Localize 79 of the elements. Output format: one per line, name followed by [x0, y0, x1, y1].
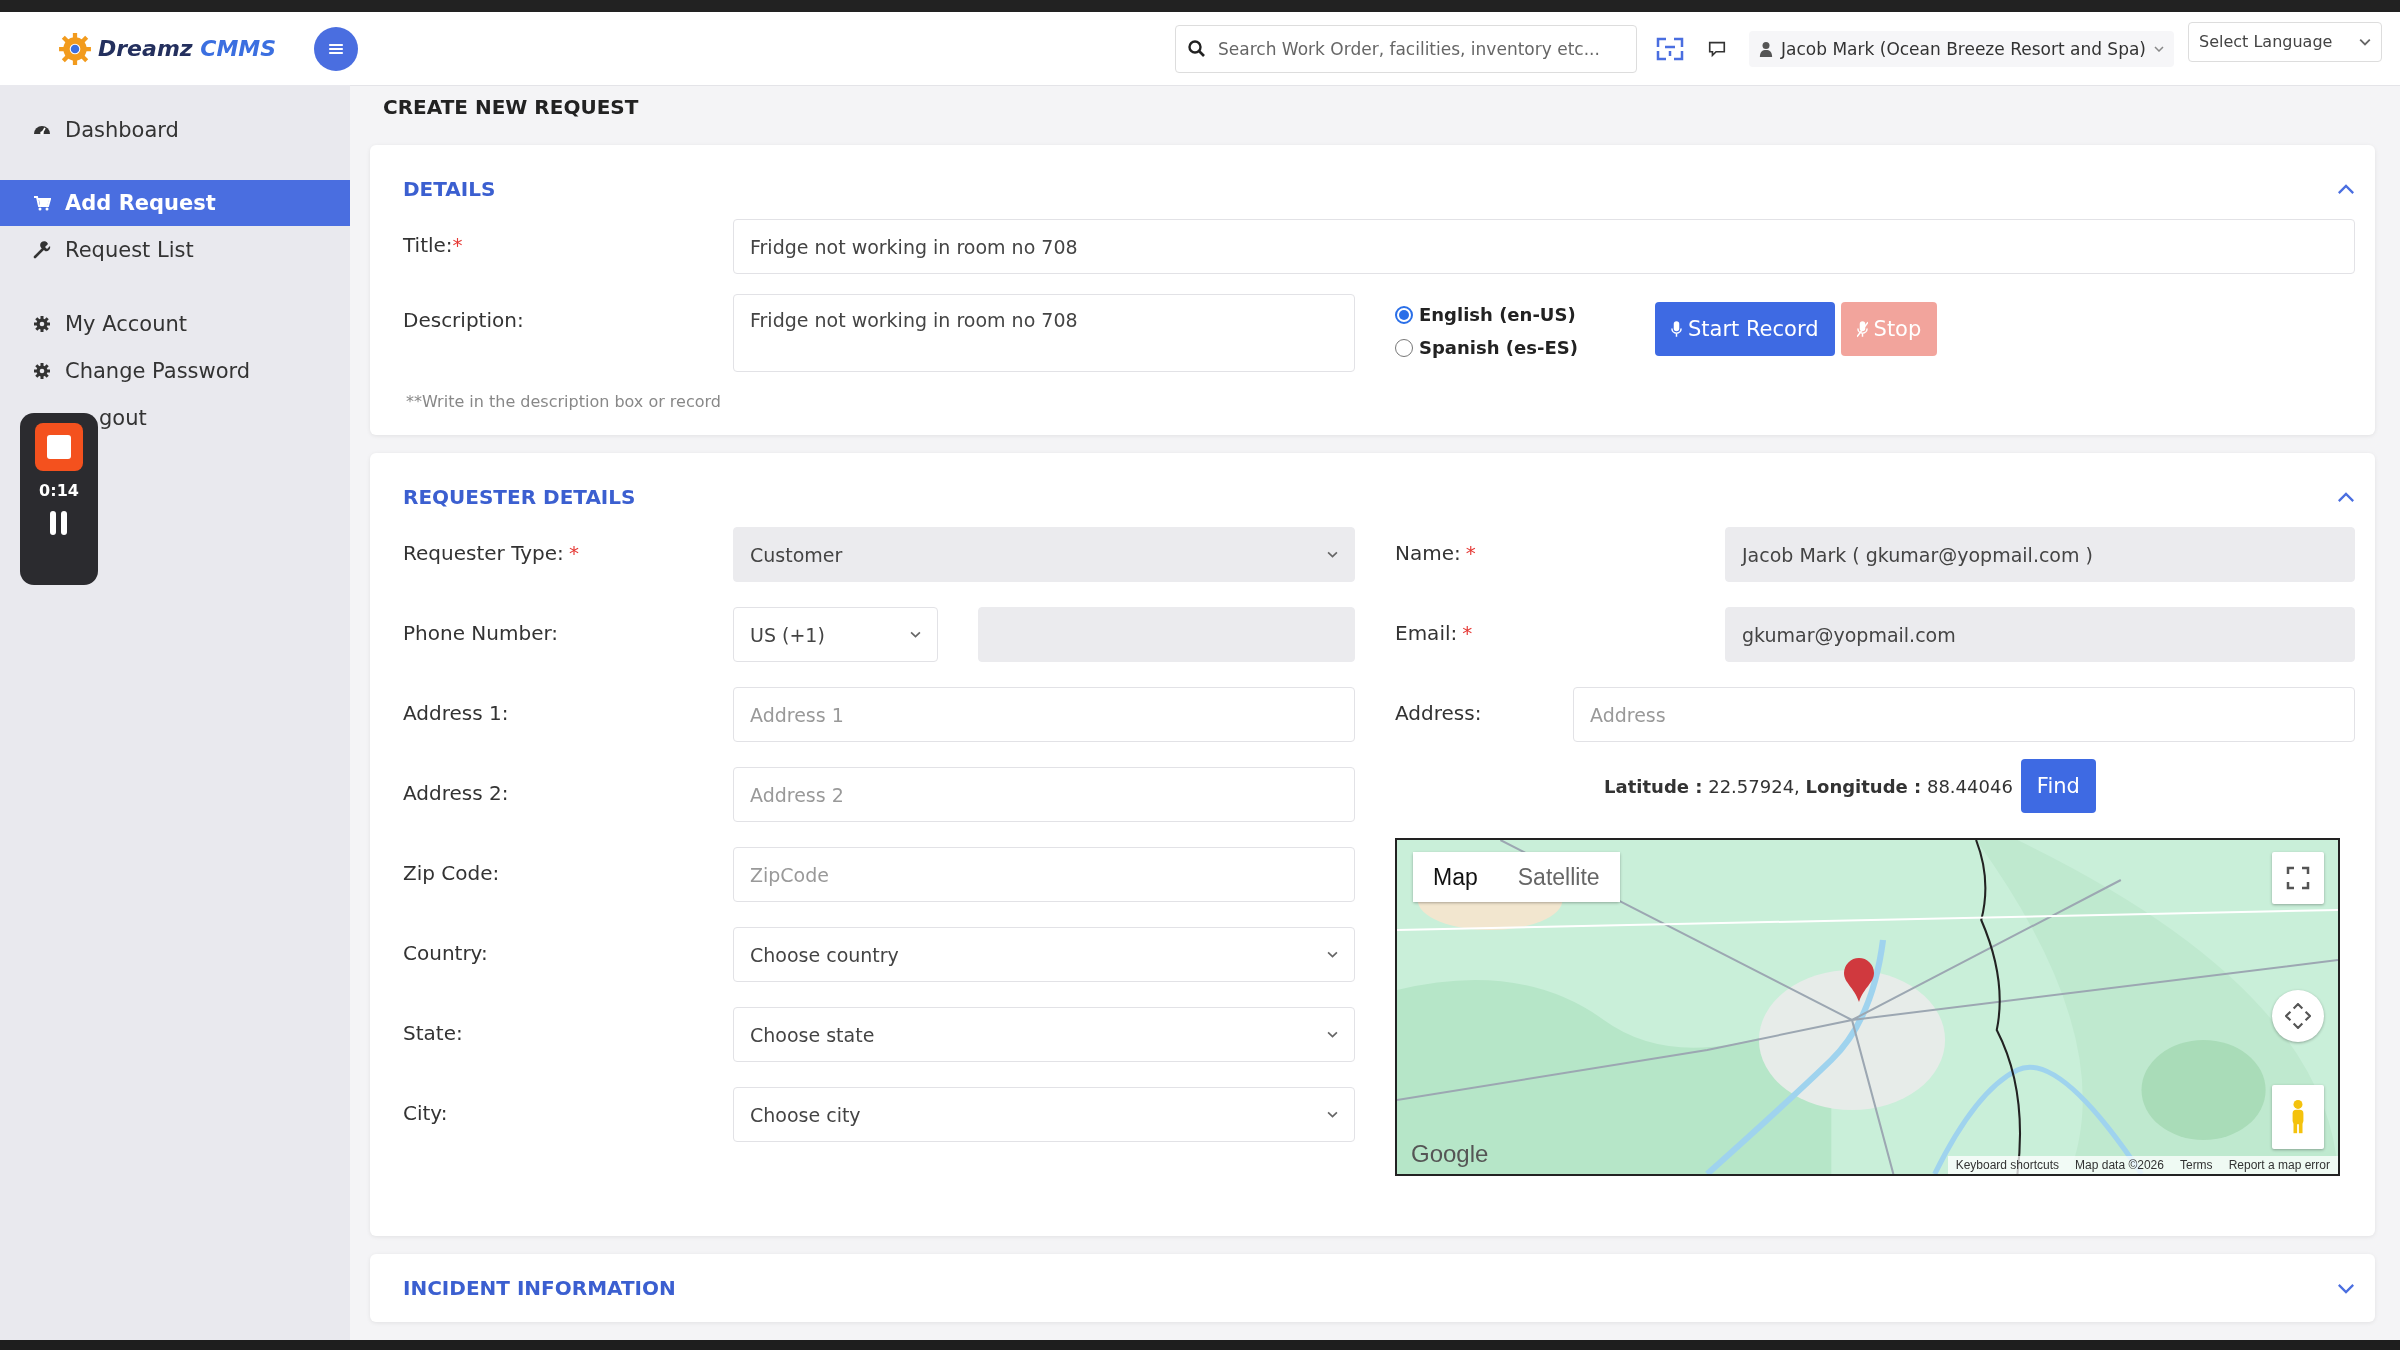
expand-chevron-icon[interactable]	[2337, 1282, 2355, 1294]
language-select[interactable]: Select Language	[2188, 21, 2382, 62]
start-record-button[interactable]: Start Record	[1655, 302, 1835, 356]
field-label: City:	[403, 1101, 448, 1125]
sidebar-item[interactable]: Dashboard	[0, 107, 350, 153]
gear-icon	[33, 362, 51, 380]
field-label: Country:	[403, 941, 488, 965]
section-heading: REQUESTER DETAILS	[403, 485, 636, 509]
fullscreen-icon	[2286, 866, 2310, 890]
section-heading: INCIDENT INFORMATION	[403, 1276, 676, 1300]
language-radio[interactable]: English (en-US)	[1395, 304, 1655, 325]
sidebar-item[interactable]: My Account	[0, 301, 350, 347]
title-field[interactable]: Fridge not working in room no 708	[733, 219, 2355, 274]
cart-icon	[33, 194, 51, 212]
collapse-chevron-icon[interactable]	[2337, 491, 2355, 503]
dropdown-caret-icon	[2154, 45, 2164, 52]
search-field[interactable]: Search Work Order, facilities, inventory etc...	[1175, 24, 1638, 73]
collapse-chevron-icon[interactable]	[2337, 183, 2355, 195]
map-type-tab[interactable]: Map	[1413, 852, 1498, 902]
map-footer-link[interactable]: Terms	[2171, 1156, 2221, 1174]
required-mark: *	[1462, 621, 1473, 645]
section-heading: DETAILS	[403, 177, 496, 201]
muted-microphone-icon	[1856, 319, 1868, 339]
sidebar-item[interactable]: gout	[0, 395, 350, 441]
field-label: Description:	[403, 308, 525, 332]
map-attribution: Google	[1411, 1140, 1489, 1168]
select-field[interactable]: Choose country	[733, 927, 1355, 982]
required-mark: *	[568, 541, 579, 565]
pause-button[interactable]	[48, 510, 70, 536]
gear-icon	[33, 315, 51, 333]
user-icon	[1759, 40, 1774, 57]
user-menu[interactable]: Jacob Mark (Ocean Breeze Resort and Spa)	[1749, 30, 2174, 67]
microphone-icon	[1671, 319, 1682, 339]
dropdown-caret-icon	[1327, 951, 1338, 958]
required-mark: *	[1465, 541, 1476, 565]
map-footer-link[interactable]: Keyboard shortcuts	[1947, 1156, 2068, 1174]
input-field[interactable]: gkumar@yopmail.com	[1725, 607, 2355, 662]
pause-icon	[48, 510, 70, 536]
field-label: Requester Type:	[403, 541, 564, 565]
coordinates-text: Latitude : 22.57924, Longitude : 88.44046	[1604, 775, 2013, 797]
page-title: CREATE NEW REQUEST	[383, 95, 640, 119]
field-label: Name:	[1395, 541, 1461, 565]
sidebar-item[interactable]: Add Request	[0, 180, 350, 226]
field-label: Address 1:	[403, 701, 509, 725]
select-field[interactable]: Choose city	[733, 1087, 1355, 1142]
field-label: Address:	[1395, 701, 1482, 725]
field-label: Title:	[403, 233, 453, 257]
gear-logo-icon	[58, 31, 92, 66]
field-label: Zip Code:	[403, 861, 500, 885]
map-footer-link[interactable]: Map data ©2026	[2067, 1156, 2172, 1174]
map-type-tab[interactable]: Satellite	[1497, 852, 1620, 902]
find-button[interactable]: Find	[2020, 759, 2096, 813]
country-code-select[interactable]: US (+1)	[733, 607, 938, 662]
dropdown-caret-icon	[2359, 37, 2371, 46]
dropdown-caret-icon	[1327, 1111, 1338, 1118]
select-field[interactable]: Customer	[733, 527, 1355, 582]
dropdown-caret-icon	[910, 631, 921, 638]
language-radio[interactable]: Spanish (es-ES)	[1395, 337, 1655, 358]
sidebar-item[interactable]: Request List	[0, 227, 350, 273]
dropdown-caret-icon	[1327, 551, 1338, 558]
wrench-icon	[33, 241, 51, 259]
field-label: Phone Number:	[403, 621, 559, 645]
dropdown-caret-icon	[1327, 1031, 1338, 1038]
sidebar-item[interactable]: Change Password	[0, 348, 350, 394]
field-label: State:	[403, 1021, 463, 1045]
recording-timer: 0:14	[39, 481, 79, 500]
description-field[interactable]: Fridge not working in room no 708	[733, 294, 1355, 372]
select-field[interactable]: Choose state	[733, 1007, 1355, 1062]
move-arrows-icon	[2285, 1003, 2311, 1029]
required-mark: *	[452, 233, 463, 257]
input-field[interactable]: Jacob Mark ( gkumar@yopmail.com )	[1725, 527, 2355, 582]
logo-text: Dreamz CMMS	[98, 36, 277, 61]
field-label: Email:	[1395, 621, 1458, 645]
stop-recording-button[interactable]	[35, 423, 83, 471]
field-label: Address 2:	[403, 781, 509, 805]
location-pin-icon	[1842, 957, 1876, 1003]
hint-text: **Write in the description box or record	[406, 392, 722, 411]
map-footer-link[interactable]: Report a map error	[2220, 1156, 2338, 1174]
fullscreen-button[interactable]	[2272, 852, 2324, 904]
